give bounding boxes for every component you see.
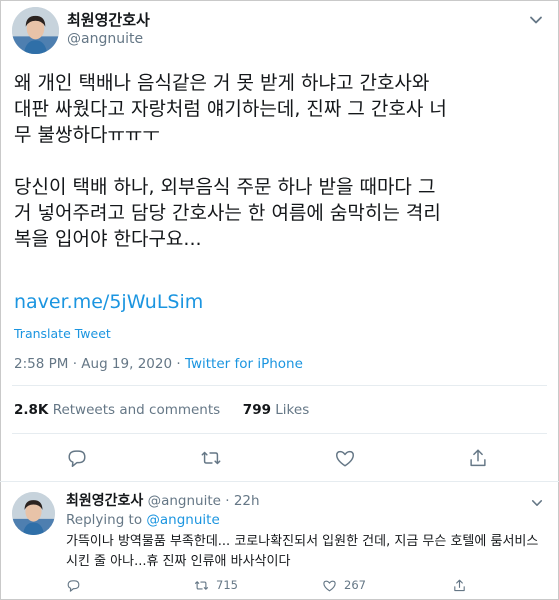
divider [12, 385, 547, 386]
retweets-count: 2.8K [14, 402, 49, 418]
reply-text: 가뜩이나 방역물품 부족한데... 코로나확진되서 입원한 건데, 지금 무슨 … [66, 534, 539, 569]
retweets-stat[interactable]: 2.8K Retweets and comments [14, 402, 220, 418]
replying-to-mention[interactable]: @angnuite [146, 512, 219, 528]
reply-like-button[interactable]: 267 [322, 577, 366, 593]
reply-dot: · [225, 493, 230, 509]
main-tweet: 최원영간호사 @angnuite 왜 개인 택배나 음식같은 거 못 받게 하냐… [0, 0, 559, 482]
likes-count: 799 [242, 402, 271, 418]
replying-to-label: Replying to [66, 512, 143, 528]
tweet-meta: 2:58 PM · Aug 19, 2020 · Twitter for iPh… [14, 356, 303, 372]
reply-retweet-button[interactable]: 715 [194, 577, 238, 593]
reply-age[interactable]: 22h [234, 493, 260, 509]
reply-author-avatar[interactable] [12, 492, 55, 535]
tweet-text: 왜 개인 택배나 음식같은 거 못 받게 하냐고 간호사와 대판 싸웠다고 자랑… [14, 72, 447, 250]
retweet-icon[interactable] [200, 447, 222, 469]
retweet-icon [194, 578, 216, 593]
chevron-down-icon[interactable] [529, 12, 543, 26]
divider [12, 433, 547, 434]
author-name[interactable]: 최원영간호사 [67, 9, 150, 30]
tweet-source[interactable]: Twitter for iPhone [185, 356, 303, 372]
share-icon[interactable] [467, 447, 489, 469]
translate-tweet-link[interactable]: Translate Tweet [14, 326, 111, 341]
tweet-time[interactable]: 2:58 PM [14, 356, 68, 372]
chevron-down-icon[interactable] [531, 494, 543, 506]
meta-separator: · [68, 356, 82, 372]
reply-retweets-count: 715 [216, 578, 238, 592]
tweet-link[interactable]: naver.me/5jWuLSim [14, 291, 203, 313]
reply-comment-button[interactable] [66, 577, 88, 593]
tweet-stats: 2.8K Retweets and comments 799 Likes [14, 402, 309, 418]
tweet-date[interactable]: Aug 19, 2020 [81, 356, 172, 372]
reply-share-button[interactable] [452, 577, 474, 593]
reply-author-name[interactable]: 최원영간호사 [66, 493, 143, 509]
reply-likes-count: 267 [344, 578, 366, 592]
author-avatar[interactable] [12, 7, 59, 54]
reply-author-handle[interactable]: @angnuite [148, 493, 221, 509]
reply-header: 최원영간호사 @angnuite · 22h [66, 490, 260, 510]
heart-icon [322, 578, 344, 593]
comment-icon [66, 578, 88, 593]
replying-to: Replying to @angnuite [66, 512, 220, 528]
author-handle[interactable]: @angnuite [67, 31, 143, 47]
share-icon [452, 578, 474, 593]
retweets-label: Retweets and comments [52, 402, 221, 418]
heart-icon[interactable] [334, 447, 356, 469]
meta-separator: · [172, 356, 185, 372]
likes-stat[interactable]: 799 Likes [243, 402, 309, 418]
likes-label: Likes [275, 402, 310, 418]
comment-icon[interactable] [66, 447, 88, 469]
